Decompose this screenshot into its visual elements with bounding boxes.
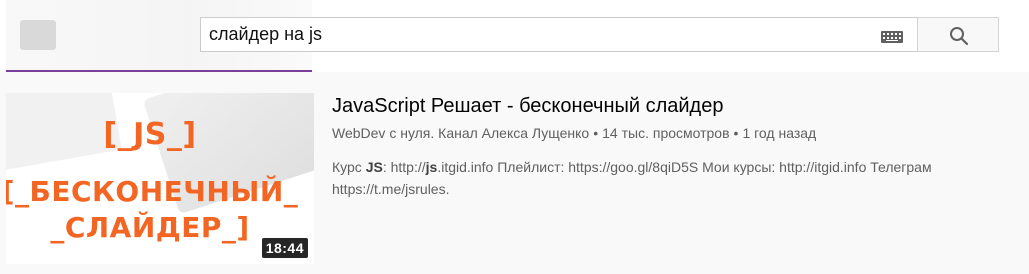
- description-text: .itgid.info Плейлист: https://goo.gl/8qi…: [437, 159, 932, 175]
- thumbnail-text-line-3: _СЛАЙДЕР_]: [50, 211, 250, 244]
- top-bar: [0, 0, 1029, 72]
- description-line-1: Курс JS: http://js.itgid.info Плейлист: …: [332, 156, 1029, 178]
- youtube-search-page: [_JS_] [_БЕСКОНЕЧНЫЙ_ _СЛАЙДЕР_] 18:44 J…: [0, 0, 1029, 274]
- video-title[interactable]: JavaScript Решает - бесконечный слайдер: [332, 95, 723, 118]
- search-input[interactable]: [209, 18, 859, 51]
- description-highlight: JS: [365, 159, 383, 175]
- duration-badge: 18:44: [261, 238, 308, 258]
- preview-logo-icon: [20, 20, 56, 50]
- keyboard-icon[interactable]: [881, 31, 903, 43]
- video-meta: WebDev с нуля. Канал Алекса Лущенко • 14 т…: [332, 125, 816, 141]
- meta-separator: •: [593, 125, 599, 141]
- description-line-2: https://t.me/jsrules.: [332, 181, 450, 197]
- video-thumbnail[interactable]: [_JS_] [_БЕСКОНЕЧНЫЙ_ _СЛАЙДЕР_] 18:44: [6, 93, 314, 264]
- preview-progress-bar: [6, 70, 312, 72]
- thumbnail-text-line-2: [_БЕСКОНЕЧНЫЙ_: [6, 175, 299, 208]
- search-icon: [950, 27, 969, 46]
- channel-name[interactable]: WebDev с нуля. Канал Алекса Лущенко: [332, 125, 589, 141]
- search-button[interactable]: [917, 17, 999, 52]
- view-count: 14 тыс. просмотров: [602, 125, 730, 141]
- meta-separator: •: [733, 125, 739, 141]
- thumbnail-text-line-1: [_JS_]: [103, 117, 197, 152]
- description-text: : http://: [382, 159, 426, 175]
- description-highlight: js: [425, 159, 438, 175]
- search-box: [200, 17, 917, 52]
- description-text: Курс: [332, 159, 366, 175]
- upload-age: 1 год назад: [742, 125, 817, 141]
- video-description: Курс JS: http://js.itgid.info Плейлист: …: [332, 156, 1029, 200]
